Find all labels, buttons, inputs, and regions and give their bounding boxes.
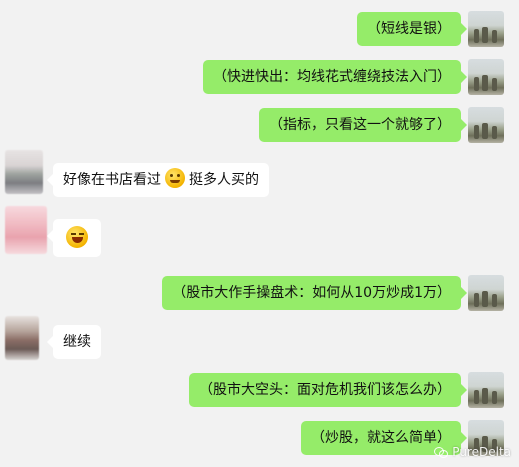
message-row: （指标，只看这一个就够了） bbox=[0, 107, 519, 143]
received-message-bubble[interactable] bbox=[47, 219, 101, 257]
sent-message-bubble[interactable]: （股市大空头：面对危机我们该怎么办） bbox=[189, 373, 467, 407]
contact-avatar[interactable] bbox=[5, 206, 47, 254]
message-text: （股市大作手操盘术：如何从10万炒成1万） bbox=[172, 285, 451, 301]
wechat-logo-icon bbox=[434, 446, 449, 458]
user-avatar[interactable] bbox=[468, 59, 504, 95]
message-text: （短线是银） bbox=[367, 21, 451, 37]
message-row: 好像在书店看过 挺多人买的 bbox=[0, 150, 519, 197]
message-row: （短线是银） bbox=[0, 11, 519, 47]
grin-emoji-icon bbox=[165, 168, 185, 188]
contact-avatar[interactable] bbox=[5, 316, 39, 360]
contact-avatar[interactable] bbox=[5, 150, 43, 194]
user-avatar[interactable] bbox=[468, 275, 504, 311]
message-row: （股市大空头：面对危机我们该怎么办） bbox=[0, 372, 519, 408]
message-text: 挺多人买的 bbox=[189, 172, 259, 188]
message-text: 好像在书店看过 bbox=[63, 172, 161, 188]
sent-message-bubble[interactable]: （短线是银） bbox=[357, 12, 467, 46]
message-text: （指标，只看这一个就够了） bbox=[269, 117, 451, 133]
received-message-bubble[interactable]: 好像在书店看过 挺多人买的 bbox=[47, 163, 269, 197]
message-row: （股市大作手操盘术：如何从10万炒成1万） bbox=[0, 275, 519, 311]
user-avatar[interactable] bbox=[468, 11, 504, 47]
message-text: （炒股，就这么简单） bbox=[311, 430, 451, 446]
message-text: （股市大空头：面对危机我们该怎么办） bbox=[199, 382, 451, 398]
message-text: （快进快出：均线花式缠绕技法入门） bbox=[213, 69, 451, 85]
user-avatar[interactable] bbox=[468, 372, 504, 408]
message-row: （快进快出：均线花式缠绕技法入门） bbox=[0, 59, 519, 95]
user-avatar[interactable] bbox=[468, 107, 504, 143]
sent-message-bubble[interactable]: （股市大作手操盘术：如何从10万炒成1万） bbox=[162, 276, 467, 310]
message-row bbox=[0, 206, 519, 257]
sent-message-bubble[interactable]: （指标，只看这一个就够了） bbox=[259, 108, 467, 142]
laughing-tears-emoji-icon bbox=[66, 226, 88, 248]
message-text: 继续 bbox=[63, 334, 91, 350]
message-row: 继续 bbox=[0, 316, 519, 362]
watermark: PureDelta bbox=[434, 445, 511, 459]
watermark-text: PureDelta bbox=[452, 445, 511, 459]
received-message-bubble[interactable]: 继续 bbox=[47, 325, 101, 359]
sent-message-bubble[interactable]: （快进快出：均线花式缠绕技法入门） bbox=[203, 60, 467, 94]
